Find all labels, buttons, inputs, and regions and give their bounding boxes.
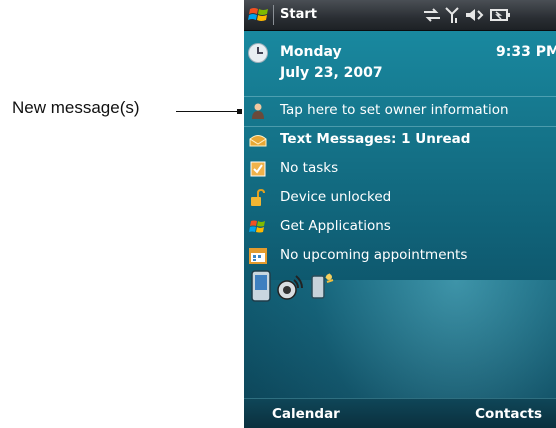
new-messages-callout: New message(s) bbox=[12, 98, 140, 117]
today-item-label: Tap here to set owner information bbox=[280, 102, 509, 118]
phone-icon[interactable] bbox=[250, 270, 272, 302]
connectivity-icon[interactable] bbox=[422, 6, 442, 24]
message-icon bbox=[249, 135, 267, 147]
calendar-icon bbox=[249, 248, 267, 264]
today-item-label: No upcoming appointments bbox=[280, 247, 468, 263]
today-item-messages[interactable]: Text Messages: 1 Unread bbox=[244, 126, 556, 155]
unlocked-padlock-icon bbox=[251, 189, 265, 206]
title-bar: Start bbox=[244, 0, 556, 31]
wireless-icon[interactable] bbox=[276, 270, 304, 302]
today-item-owner[interactable]: Tap here to set owner information bbox=[244, 96, 556, 127]
callout-line bbox=[176, 111, 240, 112]
start-menu-button[interactable]: Start bbox=[280, 7, 317, 22]
battery-icon[interactable] bbox=[488, 6, 512, 24]
signal-icon[interactable] bbox=[444, 6, 460, 24]
windows-flag-icon bbox=[249, 220, 265, 233]
today-item-tasks[interactable]: No tasks bbox=[244, 155, 556, 184]
tasks-icon bbox=[250, 161, 266, 177]
today-item-appointments[interactable]: No upcoming appointments bbox=[244, 242, 556, 271]
today-item-device-lock[interactable]: Device unlocked bbox=[244, 184, 556, 213]
windows-flag-icon[interactable] bbox=[248, 5, 270, 25]
device-screen: Start Monday July 23, 2007 9:33 PM Tap h… bbox=[244, 0, 556, 428]
today-item-label: Text Messages: 1 Unread bbox=[280, 131, 471, 147]
today-item-label: No tasks bbox=[280, 160, 339, 176]
today-date-panel[interactable]: Monday July 23, 2007 9:33 PM bbox=[244, 38, 556, 90]
device-comm-icon[interactable] bbox=[310, 270, 334, 302]
date-label: July 23, 2007 bbox=[280, 65, 383, 81]
title-separator bbox=[273, 5, 274, 25]
callout-pointer bbox=[237, 109, 242, 114]
owner-icon bbox=[252, 103, 264, 119]
today-item-label: Device unlocked bbox=[280, 189, 392, 205]
day-label: Monday bbox=[280, 44, 342, 60]
today-item-label: Get Applications bbox=[280, 218, 391, 234]
calendar-softkey[interactable]: Calendar bbox=[272, 406, 340, 422]
contacts-softkey[interactable]: Contacts bbox=[475, 406, 542, 422]
today-item-get-applications[interactable]: Get Applications bbox=[244, 213, 556, 242]
volume-icon[interactable] bbox=[464, 6, 486, 24]
time-label[interactable]: 9:33 PM bbox=[496, 44, 556, 60]
clock-icon bbox=[248, 43, 268, 63]
softkey-bar: Calendar Contacts bbox=[244, 398, 556, 428]
